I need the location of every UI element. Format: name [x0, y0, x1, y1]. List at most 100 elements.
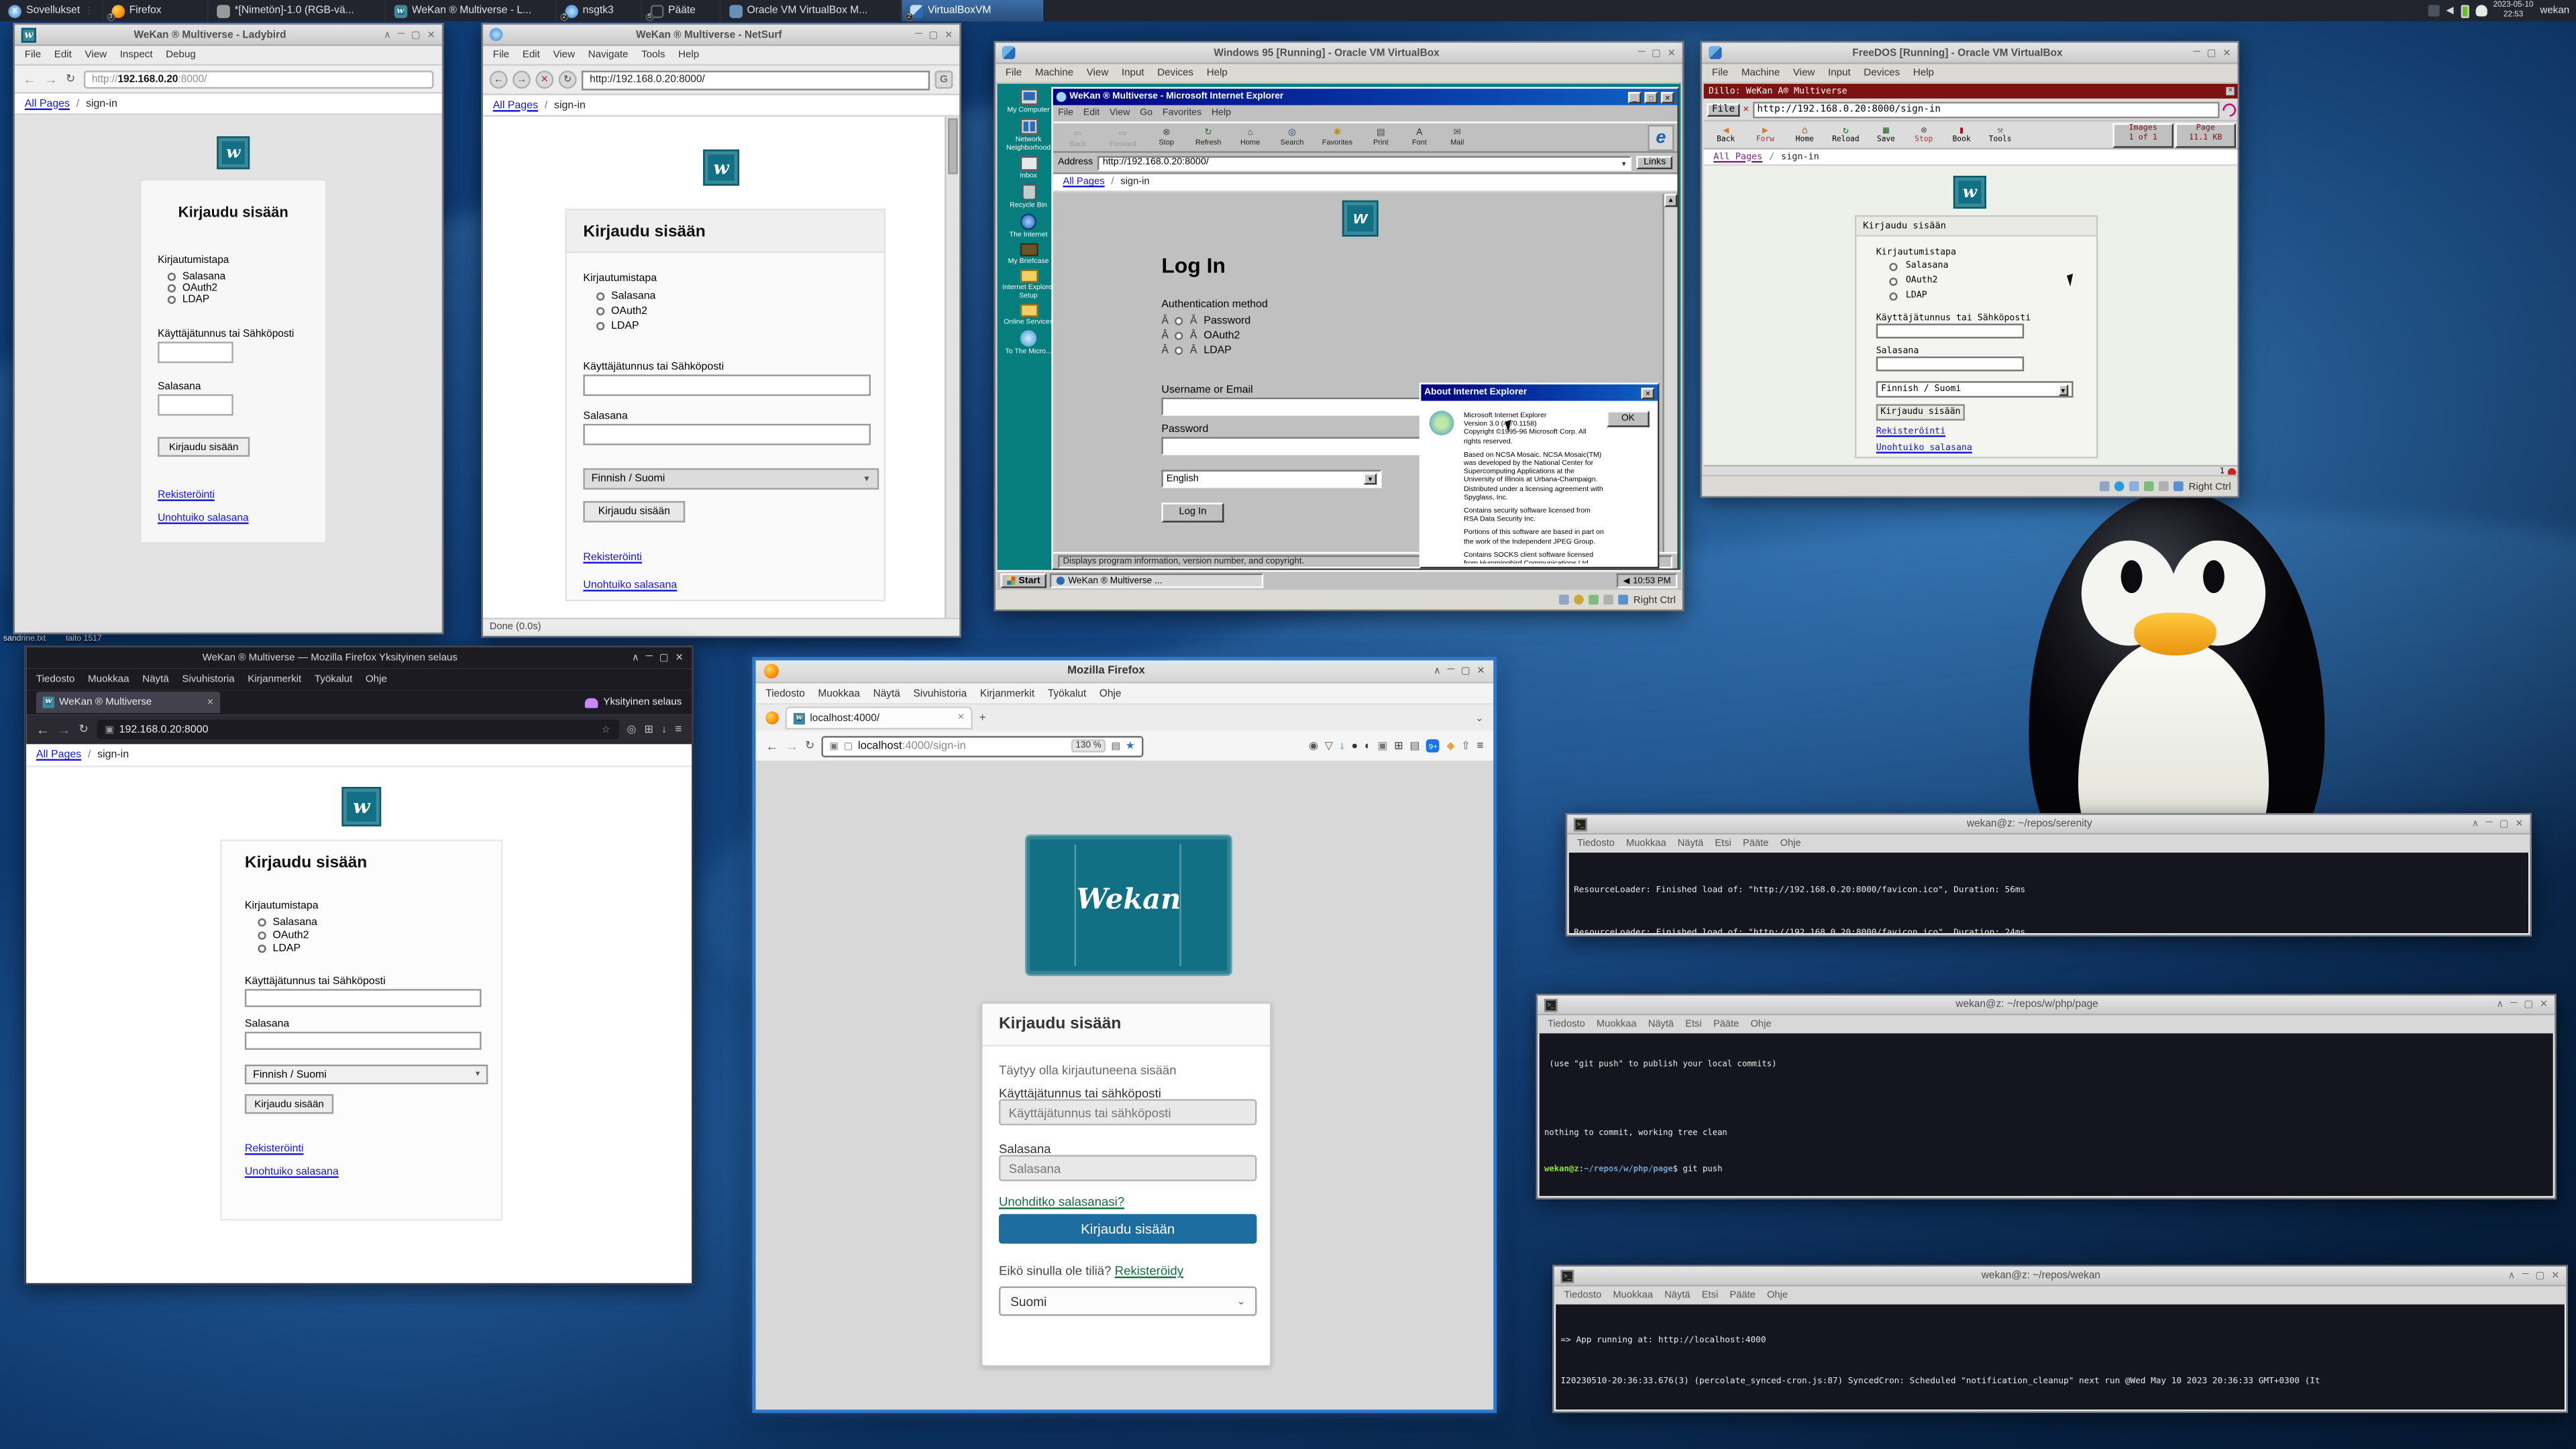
- menu-file[interactable]: File: [1006, 67, 1022, 78]
- menu-input[interactable]: Input: [1828, 67, 1851, 78]
- terminal-titlebar[interactable]: >_ wekan@z: ~/repos/serenity ∧─▢✕: [1567, 815, 2530, 835]
- menu-muokkaa[interactable]: Muokkaa: [818, 688, 860, 699]
- language-select[interactable]: Finnish / Suomi▾: [245, 1065, 488, 1084]
- reader-mode-icon[interactable]: ▤: [1111, 740, 1120, 751]
- menu-machine[interactable]: Machine: [1035, 67, 1073, 78]
- tools-button[interactable]: ⚒Tools: [1981, 125, 2019, 144]
- menu-view[interactable]: View: [85, 49, 107, 60]
- menu-paate[interactable]: Pääte: [1743, 839, 1768, 849]
- maximize-icon[interactable]: ▢: [2524, 999, 2533, 1010]
- menu-nayta[interactable]: Näytä: [142, 674, 169, 685]
- account-icon[interactable]: ◎: [627, 723, 636, 737]
- extensions-icon[interactable]: ⊞: [644, 723, 653, 737]
- forward-button[interactable]: ⇨Forward: [1101, 127, 1145, 147]
- menu-paate[interactable]: Pääte: [1729, 1291, 1755, 1301]
- menu-go[interactable]: Go: [1140, 109, 1152, 119]
- minimize-icon[interactable]: ─: [1638, 47, 1645, 58]
- close-icon[interactable]: ✕: [427, 29, 435, 40]
- url-input[interactable]: http://192.168.0.20:8000/: [582, 70, 930, 89]
- stop-x-icon[interactable]: ✕: [1743, 103, 1749, 115]
- start-button[interactable]: Start: [1000, 574, 1046, 588]
- menu-favorites[interactable]: Favorites: [1163, 109, 1201, 119]
- menu-edit[interactable]: Edit: [523, 49, 540, 60]
- menu-sivuhistoria[interactable]: Sivuhistoria: [913, 688, 967, 699]
- vbox-titlebar[interactable]: Windows 95 [Running] - Oracle VM Virtual…: [996, 43, 1682, 64]
- save-button[interactable]: ▦Save: [1868, 125, 1904, 144]
- menu-tiedosto[interactable]: Tiedosto: [765, 688, 805, 699]
- clock[interactable]: 2023-05-10 22:53: [2493, 2, 2533, 19]
- zoom-badge[interactable]: 130 %: [1071, 739, 1106, 753]
- menu-muokkaa[interactable]: Muokkaa: [1613, 1291, 1653, 1301]
- back-icon[interactable]: ←: [490, 70, 508, 89]
- back-button[interactable]: ◀Back: [1707, 125, 1744, 144]
- dillo-titlebar[interactable]: Dillo: WeKan Â® Multiverse ✕: [1704, 84, 2239, 99]
- menu-muokkaa[interactable]: Muokkaa: [1626, 839, 1666, 849]
- terminal-output[interactable]: (use "git push" to publish your local co…: [1540, 1033, 2553, 1195]
- share-icon[interactable]: ⇧: [1461, 739, 1470, 753]
- volume-icon[interactable]: ◀: [1623, 576, 1629, 586]
- minimize-icon[interactable]: ─: [2522, 1270, 2528, 1281]
- forgot-password-link[interactable]: Unohtuiko salasana: [583, 580, 677, 591]
- bookmark-star-icon[interactable]: ★: [1126, 739, 1135, 753]
- tab-close-icon[interactable]: ✕: [207, 698, 213, 708]
- radio-oauth2[interactable]: OAuth2: [258, 930, 309, 941]
- desktop-file-sandrine[interactable]: sandrine.txt: [3, 634, 46, 644]
- radio-ldap[interactable]: LDAP: [596, 321, 639, 332]
- menu-debug[interactable]: Debug: [166, 49, 196, 60]
- minimize-icon[interactable]: ─: [915, 29, 922, 40]
- signin-button[interactable]: Kirjaudu sisään: [583, 501, 685, 523]
- terminal-titlebar[interactable]: >_ wekan@z: ~/repos/w/php/page ∧─▢✕: [1538, 996, 2555, 1015]
- menu-etsi[interactable]: Etsi: [1702, 1291, 1719, 1301]
- radio-ldap[interactable]: LDAP: [168, 294, 209, 305]
- links-button[interactable]: Links: [1637, 156, 1672, 170]
- menu-ohje[interactable]: Ohje: [1767, 1291, 1788, 1301]
- forgot-password-link[interactable]: Unohtuiko salasana: [245, 1167, 339, 1178]
- ffmain-titlebar[interactable]: Mozilla Firefox ∧─▢✕: [756, 660, 1494, 683]
- desktop-icon-my-computer[interactable]: My Computer: [1002, 89, 1055, 113]
- close-icon[interactable]: ✕: [945, 29, 953, 40]
- menu-tiedosto[interactable]: Tiedosto: [1548, 1020, 1585, 1030]
- menu-nayta[interactable]: Näytä: [1664, 1291, 1690, 1301]
- forward-icon[interactable]: →: [58, 722, 71, 737]
- password-input[interactable]: [1876, 356, 2024, 371]
- menu-nayta[interactable]: Näytä: [1648, 1020, 1674, 1030]
- terminal-output[interactable]: => App running at: http://localhost:4000…: [1556, 1304, 2565, 1409]
- menu-help[interactable]: Help: [1212, 109, 1231, 119]
- menu-kirjanmerkit[interactable]: Kirjanmerkit: [980, 688, 1034, 699]
- ladybird-titlebar[interactable]: w WeKan ® Multiverse - Ladybird ∧─▢✕: [15, 25, 442, 46]
- extension-icon-dark1[interactable]: ●: [1351, 740, 1358, 751]
- close-icon[interactable]: ✕: [2540, 999, 2548, 1010]
- search-icon[interactable]: G: [934, 70, 953, 89]
- menu-hamburger-icon[interactable]: ≡: [1477, 740, 1483, 751]
- desktop-icon-ie-setup[interactable]: Internet Explorer Setup: [1002, 270, 1055, 299]
- reload-icon[interactable]: ↻: [79, 723, 89, 737]
- desktop-icon-my-briefcase[interactable]: My Briefcase: [1002, 243, 1055, 264]
- page-info-icon[interactable]: ▢: [844, 740, 853, 751]
- vbox-titlebar[interactable]: FreeDOS [Running] - Oracle VM VirtualBox…: [1702, 43, 2237, 64]
- menu-view[interactable]: View: [553, 49, 575, 60]
- password-input[interactable]: [999, 1155, 1256, 1181]
- favorites-button[interactable]: ✱Favorites: [1314, 128, 1360, 146]
- reload-icon[interactable]: ↻: [805, 739, 814, 753]
- menu-tyokalut[interactable]: Työkalut: [1048, 688, 1086, 699]
- taskbar-item-wekan-ladybird[interactable]: w WeKan ® Multiverse - L...: [386, 0, 557, 21]
- extension-badge-9plus[interactable]: 9+: [1426, 739, 1440, 753]
- language-select[interactable]: Finnish / Suomi▼: [583, 468, 879, 490]
- shade-icon[interactable]: ∧: [632, 652, 639, 663]
- close-icon[interactable]: ✕: [2515, 818, 2523, 830]
- desktop-file-taito[interactable]: taito 1517: [66, 634, 102, 644]
- taskbar-item-paate[interactable]: 5 Pääte: [642, 0, 721, 21]
- close-icon[interactable]: ✕: [2222, 47, 2231, 58]
- downloads-icon[interactable]: ↓: [1340, 740, 1345, 751]
- netsurf-titlebar[interactable]: WeKan ® Multiverse - NetSurf ─▢✕: [483, 25, 959, 46]
- menu-paate[interactable]: Pääte: [1713, 1020, 1739, 1030]
- radio-oauth2[interactable]: OAuth2: [1889, 276, 1937, 286]
- menu-etsi[interactable]: Etsi: [1715, 839, 1731, 849]
- taskbar-item-virtualboxvm[interactable]: 2 VirtualBoxVM: [902, 0, 1043, 21]
- taskbar-item-gimp[interactable]: *[Nimetön]-1.0 (RGB-vä...: [208, 0, 385, 21]
- taskbar-item-firefox[interactable]: 3 Firefox: [103, 0, 209, 21]
- bookmarks-button[interactable]: ▮Book: [1943, 125, 1980, 144]
- extension-icon-shield[interactable]: ▽: [1325, 739, 1333, 753]
- shade-icon[interactable]: ∧: [2472, 818, 2479, 830]
- all-pages-link[interactable]: All Pages: [493, 99, 538, 111]
